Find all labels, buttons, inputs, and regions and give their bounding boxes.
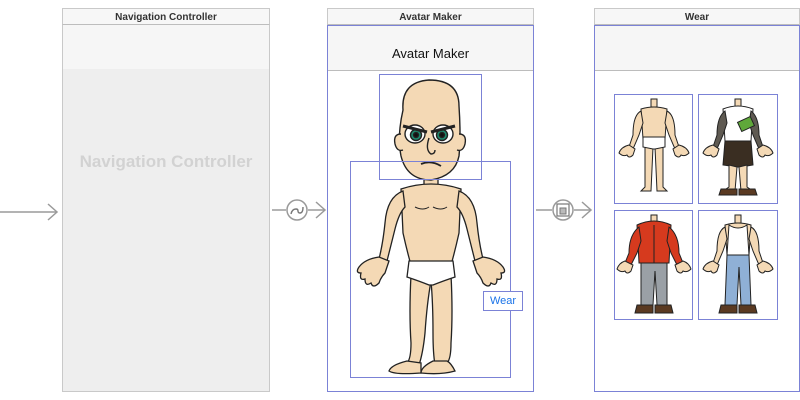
avatar-maker-scene[interactable]: Avatar Maker Avatar Maker Wear: [327, 8, 534, 392]
outfit-cell[interactable]: [614, 210, 693, 320]
navigation-controller-label: Navigation Controller: [79, 152, 253, 171]
wear-scene[interactable]: Wear: [594, 8, 800, 392]
outfit-cell[interactable]: [698, 210, 778, 320]
scene-title[interactable]: Navigation Controller: [62, 8, 270, 25]
navigation-controller-body: [63, 69, 269, 391]
nav-title: Avatar Maker: [391, 46, 470, 61]
outfit-tank-top-image: [702, 214, 774, 314]
navigation-controller-scene[interactable]: Navigation Controller Navigation Control…: [62, 8, 270, 392]
outfit-plain-image: [618, 98, 690, 192]
outfit-cell[interactable]: [698, 94, 778, 204]
body-image-view-frame[interactable]: [350, 161, 511, 378]
scene-title[interactable]: Avatar Maker: [327, 8, 534, 25]
outfit-winter-image: [616, 214, 692, 314]
outfit-casual-image: [702, 98, 774, 196]
modal-segue-icon[interactable]: [536, 196, 594, 226]
wear-screen[interactable]: [594, 25, 800, 392]
outfit-cell[interactable]: [614, 94, 693, 204]
navigation-controller-screen[interactable]: Navigation Controller: [62, 25, 270, 392]
navigation-bar: Avatar Maker: [328, 26, 533, 71]
initial-arrow-icon: [0, 203, 59, 221]
navigation-bar: [63, 25, 269, 70]
scene-title[interactable]: Wear: [594, 8, 800, 25]
wear-button[interactable]: Wear: [483, 291, 523, 311]
root-segue-icon[interactable]: [272, 196, 328, 226]
navigation-bar: [595, 26, 799, 71]
